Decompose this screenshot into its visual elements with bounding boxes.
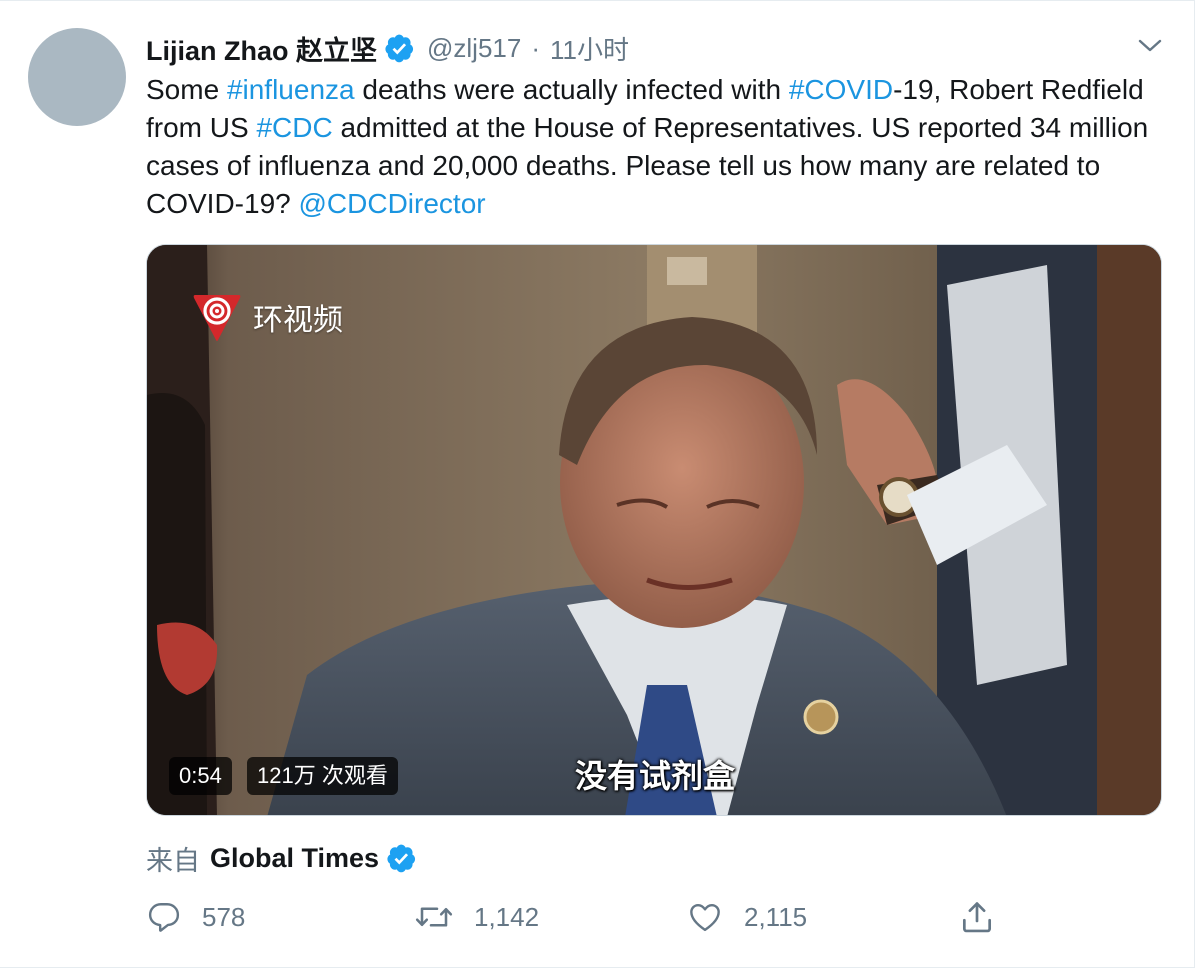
hashtag-covid[interactable]: #COVID	[789, 74, 893, 105]
tweet-text: Some #influenza deaths were actually inf…	[146, 71, 1156, 223]
reply-button[interactable]: 578	[146, 892, 245, 942]
separator-dot: ·	[531, 32, 541, 63]
chevron-down-icon[interactable]	[1134, 30, 1166, 62]
share-button[interactable]	[958, 892, 1016, 942]
reply-icon	[148, 903, 180, 932]
verified-badge-icon	[385, 34, 414, 62]
hashtag-cdc[interactable]: #CDC	[256, 112, 332, 143]
like-count: 2,115	[744, 901, 808, 932]
channel-logo-icon	[193, 295, 241, 341]
action-bar: 578 1,142 2,115	[146, 892, 1156, 942]
avatar[interactable]	[28, 28, 126, 126]
hashtag-influenza[interactable]: #influenza	[227, 74, 355, 105]
video-player[interactable]: 环视频 没有试剂盒 0:54 121万 次观看	[146, 244, 1162, 816]
author-handle[interactable]: @zlj517	[427, 33, 521, 64]
text-segment: Some	[146, 74, 227, 105]
verified-badge-icon	[387, 844, 416, 872]
tweet-time[interactable]: 11小时	[550, 30, 629, 67]
mention-cdcdirector[interactable]: @CDCDirector	[299, 188, 486, 219]
author-name[interactable]: Lijian Zhao 赵立坚	[146, 29, 377, 68]
video-duration: 0:54	[169, 757, 232, 795]
tweet-header: Lijian Zhao 赵立坚 @zlj517 · 11小时	[146, 26, 629, 70]
channel-logo: 环视频	[191, 291, 343, 343]
retweet-icon	[415, 907, 453, 927]
source-label: 来自	[146, 845, 200, 876]
like-button[interactable]: 2,115	[686, 892, 807, 942]
channel-logo-text: 环视频	[253, 304, 343, 337]
share-icon	[962, 902, 992, 933]
like-icon	[690, 903, 720, 932]
video-source: 来自 Global Times	[146, 838, 417, 878]
source-account-name[interactable]: Global Times	[210, 843, 379, 874]
reply-count: 578	[202, 901, 246, 932]
text-segment: deaths were actually infected with	[354, 74, 789, 105]
retweet-button[interactable]: 1,142	[414, 892, 539, 942]
video-view-count: 121万 次观看	[247, 757, 398, 795]
retweet-count: 1,142	[474, 901, 540, 932]
